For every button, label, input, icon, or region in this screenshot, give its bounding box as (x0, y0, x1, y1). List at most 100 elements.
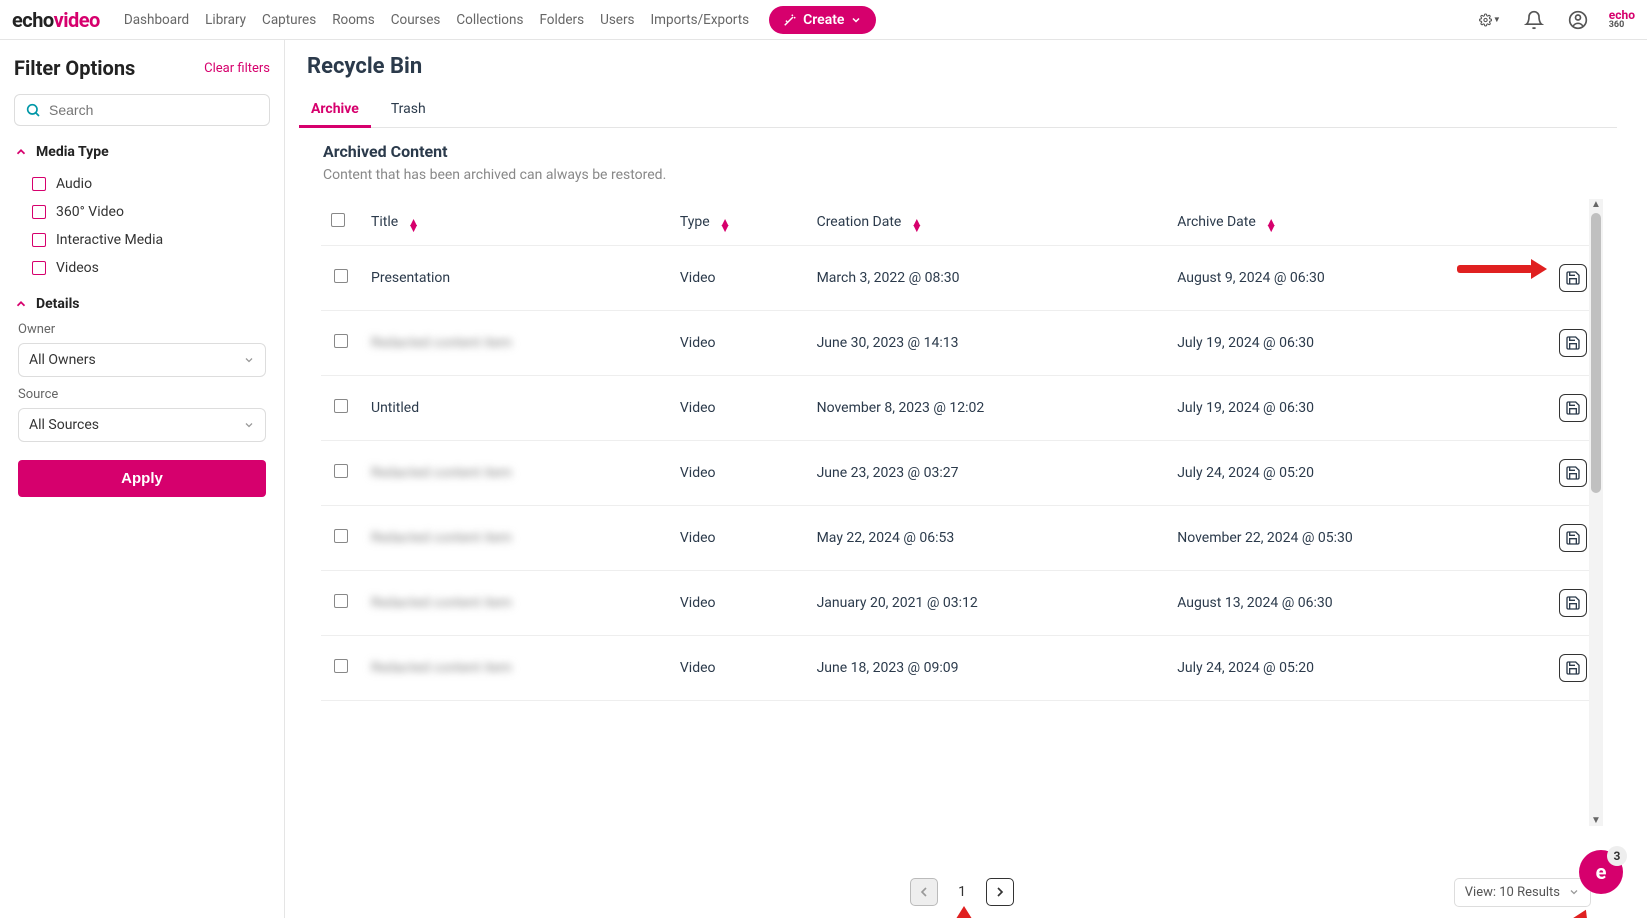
details-section-toggle[interactable]: Details (14, 296, 270, 312)
scroll-up-icon[interactable]: ▲ (1589, 199, 1603, 210)
row-title[interactable]: Redacted content item (371, 335, 512, 351)
media-type-label: Media Type (36, 144, 109, 160)
source-label: Source (18, 387, 270, 402)
media-type-option[interactable]: Videos (14, 254, 270, 282)
scrollbar[interactable]: ▲ ▼ (1589, 199, 1603, 826)
select-all-checkbox[interactable] (331, 213, 345, 227)
sort-icon: ▲▼ (911, 219, 923, 231)
restore-button[interactable] (1559, 459, 1587, 487)
row-type: Video (670, 311, 807, 376)
notifications-bell-icon[interactable] (1523, 9, 1545, 31)
chevron-down-icon (243, 354, 255, 366)
topbar: echovideo DashboardLibraryCapturesRoomsC… (0, 0, 1647, 40)
clear-filters-link[interactable]: Clear filters (204, 61, 270, 76)
view-results-select[interactable]: View: 10 Results (1454, 878, 1591, 907)
col-type[interactable]: Type ▲▼ (670, 199, 807, 246)
row-title[interactable]: Redacted content item (371, 465, 512, 481)
restore-button[interactable] (1559, 654, 1587, 682)
row-creation-date: November 8, 2023 @ 12:02 (807, 376, 1168, 441)
row-type: Video (670, 636, 807, 701)
search-icon (25, 102, 41, 118)
row-checkbox[interactable] (334, 594, 348, 608)
col-archive-date[interactable]: Archive Date ▲▼ (1167, 199, 1543, 246)
table-row: Redacted content item VideoMay 22, 2024 @… (321, 506, 1603, 571)
nav-imports-exports[interactable]: Imports/Exports (643, 8, 758, 32)
row-checkbox[interactable] (334, 659, 348, 673)
nav-dashboard[interactable]: Dashboard (116, 8, 197, 32)
annotation-arrow-pagination (956, 906, 972, 918)
row-creation-date: March 3, 2022 @ 08:30 (807, 246, 1168, 311)
col-title[interactable]: Title ▲▼ (361, 199, 670, 246)
row-checkbox[interactable] (334, 529, 348, 543)
row-archive-date: July 24, 2024 @ 05:20 (1167, 441, 1543, 506)
row-title[interactable]: Untitled (371, 400, 419, 416)
row-title[interactable]: Redacted content item (371, 660, 512, 676)
tab-trash[interactable]: Trash (387, 95, 430, 127)
col-creation-date[interactable]: Creation Date ▲▼ (807, 199, 1168, 246)
restore-button[interactable] (1559, 394, 1587, 422)
option-label: 360° Video (56, 204, 124, 220)
help-fab[interactable]: e 3 (1579, 850, 1623, 894)
table-row: Redacted content itemVideoJune 18, 2023 … (321, 636, 1603, 701)
row-checkbox[interactable] (334, 464, 348, 478)
media-type-section-toggle[interactable]: Media Type (14, 144, 270, 160)
logo-part1: echo (12, 8, 54, 32)
source-select[interactable]: All Sources (18, 408, 266, 442)
nav-container: DashboardLibraryCapturesRoomsCoursesColl… (116, 8, 757, 32)
option-label: Interactive Media (56, 232, 163, 248)
nav-users[interactable]: Users (592, 8, 642, 32)
logo-part2: video (54, 8, 100, 32)
restore-button[interactable] (1559, 329, 1587, 357)
nav-courses[interactable]: Courses (383, 8, 449, 32)
nav-collections[interactable]: Collections (448, 8, 531, 32)
checkbox-icon (32, 205, 46, 219)
source-value: All Sources (29, 417, 99, 433)
restore-button[interactable] (1559, 264, 1587, 292)
create-button[interactable]: Create (769, 6, 876, 34)
row-creation-date: May 22, 2024 @ 06:53 (807, 506, 1168, 571)
option-label: Audio (56, 176, 92, 192)
row-title[interactable]: Presentation (371, 270, 450, 286)
chevron-up-icon (14, 297, 28, 311)
restore-button[interactable] (1559, 524, 1587, 552)
tab-archive[interactable]: Archive (307, 95, 363, 127)
account-user-icon[interactable] (1567, 9, 1589, 31)
owner-select[interactable]: All Owners (18, 343, 266, 377)
media-type-option[interactable]: 360° Video (14, 198, 270, 226)
next-page-button[interactable] (986, 878, 1014, 906)
row-type: Video (670, 441, 807, 506)
row-type: Video (670, 506, 807, 571)
row-archive-date: November 22, 2024 @ 05:30 (1167, 506, 1543, 571)
search-box[interactable] (14, 94, 270, 126)
row-checkbox[interactable] (334, 269, 348, 283)
fab-badge: 3 (1607, 846, 1627, 866)
restore-button[interactable] (1559, 589, 1587, 617)
chevron-down-icon (243, 419, 255, 431)
wand-icon (783, 13, 797, 27)
nav-captures[interactable]: Captures (254, 8, 324, 32)
nav-rooms[interactable]: Rooms (324, 8, 383, 32)
filter-options-heading: Filter Options (14, 56, 135, 80)
view-results-label: View: 10 Results (1465, 885, 1560, 900)
media-type-option[interactable]: Audio (14, 170, 270, 198)
settings-gear-icon[interactable]: ▼ (1479, 9, 1501, 31)
row-checkbox[interactable] (334, 399, 348, 413)
checkbox-icon (32, 233, 46, 247)
tabs: Archive Trash (307, 95, 1617, 128)
search-input[interactable] (49, 102, 259, 118)
row-type: Video (670, 376, 807, 441)
logo[interactable]: echovideo (12, 8, 100, 32)
nav-library[interactable]: Library (197, 8, 254, 32)
row-checkbox[interactable] (334, 334, 348, 348)
prev-page-button[interactable] (910, 878, 938, 906)
media-type-option[interactable]: Interactive Media (14, 226, 270, 254)
scroll-thumb[interactable] (1591, 213, 1601, 493)
scroll-down-icon[interactable]: ▼ (1589, 815, 1603, 826)
apply-button[interactable]: Apply (18, 460, 266, 497)
echo360-logo[interactable]: echo 360 (1609, 9, 1635, 30)
archived-content-heading: Archived Content (323, 142, 1601, 161)
row-title[interactable]: Redacted content item (371, 595, 512, 611)
nav-folders[interactable]: Folders (531, 8, 592, 32)
archived-content-table: Title ▲▼ Type ▲▼ Creation Date ▲▼ Arch (321, 199, 1603, 701)
row-title[interactable]: Redacted content item (371, 530, 512, 546)
